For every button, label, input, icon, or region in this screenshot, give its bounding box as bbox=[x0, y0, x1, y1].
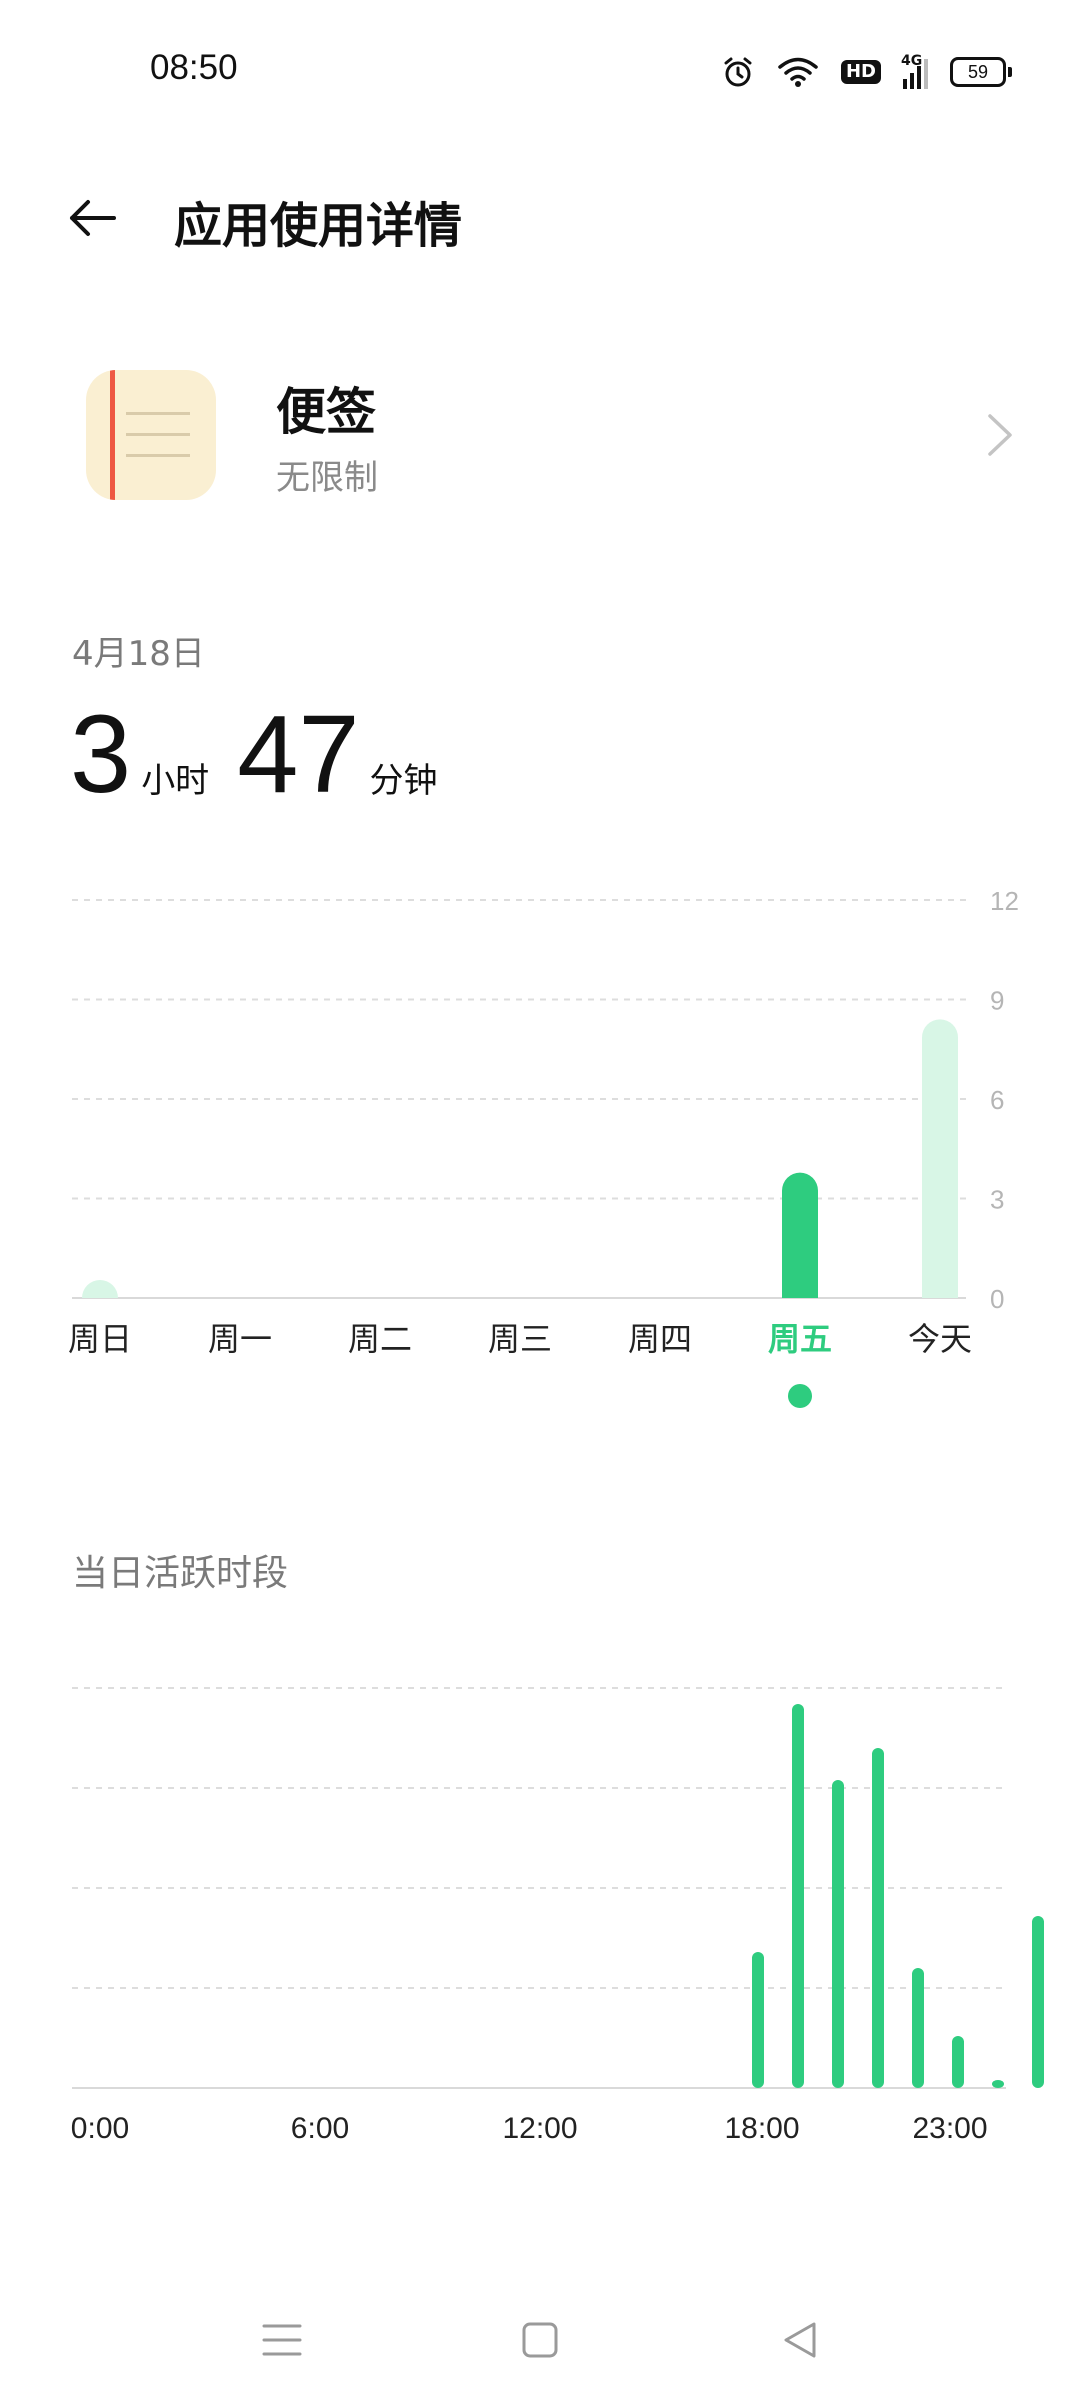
y-tick-label: 3 bbox=[990, 1185, 1004, 1215]
home-icon bbox=[522, 2322, 558, 2358]
menu-button[interactable] bbox=[252, 2310, 312, 2370]
back-button[interactable] bbox=[60, 186, 124, 250]
back-triangle-icon bbox=[784, 2322, 816, 2358]
status-time: 08:50 bbox=[150, 48, 238, 87]
x-tick-label: 今天 bbox=[908, 1320, 972, 1358]
hourly-bar bbox=[992, 2080, 1004, 2088]
usage-total: 3 小时 47 分钟 bbox=[70, 700, 466, 810]
x-tick-label: 0:00 bbox=[71, 2112, 129, 2140]
battery-icon: 59 bbox=[950, 57, 1012, 87]
x-tick-label: 6:00 bbox=[291, 2112, 349, 2140]
usage-hours: 3 bbox=[70, 693, 132, 816]
hourly-bar bbox=[912, 1968, 924, 2088]
x-tick-label: 23:00 bbox=[912, 2112, 987, 2140]
x-tick-label: 周一 bbox=[208, 1320, 272, 1358]
hourly-bar bbox=[1032, 1916, 1044, 2088]
weekly-usage-chart[interactable]: 12 9 6 3 0 周日 周一 周二 周三 周四 周五 今天 bbox=[0, 860, 1080, 1420]
y-tick-label: 0 bbox=[990, 1284, 1004, 1314]
hourly-bar bbox=[752, 1952, 764, 2088]
arrow-left-icon bbox=[70, 200, 116, 236]
y-tick-label: 9 bbox=[990, 986, 1004, 1016]
x-tick-label: 周五 bbox=[768, 1320, 832, 1358]
hourly-bar bbox=[952, 2036, 964, 2088]
x-tick-label: 18:00 bbox=[724, 2112, 799, 2140]
weekly-bar bbox=[922, 1019, 958, 1298]
y-tick-label: 6 bbox=[990, 1085, 1004, 1115]
hourly-bar bbox=[832, 1780, 844, 2088]
network-label: 4G bbox=[901, 53, 923, 69]
app-limit-status: 无限制 bbox=[276, 458, 378, 498]
weekly-bar bbox=[782, 1172, 818, 1298]
hourly-activity-chart: 0:00 6:00 12:00 18:00 23:00 bbox=[71, 1687, 1044, 2140]
home-button[interactable] bbox=[510, 2310, 570, 2370]
y-tick-label: 12 bbox=[990, 886, 1019, 916]
system-nav-bar bbox=[0, 2300, 1080, 2380]
back-nav-button[interactable] bbox=[770, 2310, 830, 2370]
app-name: 便签 bbox=[276, 383, 376, 441]
wifi-icon bbox=[778, 57, 818, 87]
x-tick-label: 12:00 bbox=[502, 2112, 577, 2140]
usage-date: 4月18日 bbox=[72, 634, 205, 674]
usage-minutes: 47 bbox=[237, 693, 360, 816]
menu-icon bbox=[262, 2324, 302, 2356]
alarm-icon bbox=[724, 57, 752, 87]
x-tick-label: 周四 bbox=[628, 1320, 692, 1358]
x-tick-label: 周日 bbox=[68, 1320, 132, 1358]
hourly-bar bbox=[792, 1704, 804, 2088]
minutes-unit: 分钟 bbox=[369, 761, 438, 801]
hourly-bar bbox=[872, 1748, 884, 2088]
notes-app-icon bbox=[86, 370, 216, 500]
status-icons: HD 4G 59 bbox=[721, 50, 1012, 94]
hd-icon: HD bbox=[840, 60, 881, 84]
signal-icon: 4G bbox=[901, 53, 928, 89]
hours-unit: 小时 bbox=[141, 761, 210, 801]
battery-level: 59 bbox=[967, 62, 989, 82]
x-tick-label: 周二 bbox=[348, 1320, 412, 1358]
weekly-bar bbox=[82, 1280, 118, 1298]
x-tick-label: 周三 bbox=[488, 1320, 552, 1358]
page-title: 应用使用详情 bbox=[174, 198, 463, 254]
chevron-right-icon[interactable] bbox=[980, 410, 1020, 460]
hourly-chart-title: 当日活跃时段 bbox=[72, 1553, 289, 1594]
selected-day-indicator bbox=[788, 1384, 812, 1408]
